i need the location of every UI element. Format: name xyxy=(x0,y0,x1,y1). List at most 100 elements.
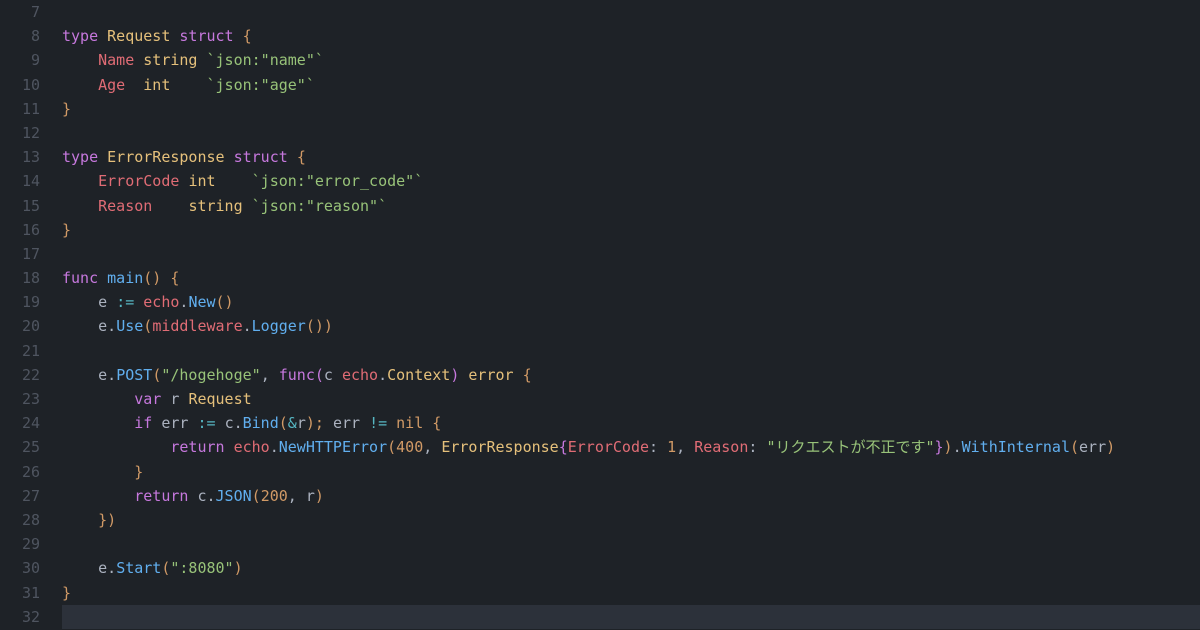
token-kw: func xyxy=(62,269,107,287)
code-line[interactable]: e.Start(":8080") xyxy=(62,556,1200,580)
line-number: 17 xyxy=(0,242,40,266)
code-line[interactable]: type Request struct { xyxy=(62,24,1200,48)
token-fn: NewHTTPError xyxy=(279,438,387,456)
token-ident: r xyxy=(306,487,315,505)
token-punc: , xyxy=(676,438,694,456)
code-line[interactable]: } xyxy=(62,460,1200,484)
token-type: string xyxy=(188,197,251,215)
token-ident: r xyxy=(170,390,188,408)
code-line[interactable]: return c.JSON(200, r) xyxy=(62,484,1200,508)
token-brace: ) xyxy=(1106,438,1115,456)
code-line[interactable] xyxy=(62,605,1200,629)
code-line[interactable]: } xyxy=(62,97,1200,121)
token-ident xyxy=(62,197,98,215)
token-brace: () { xyxy=(143,269,179,287)
token-punc: . xyxy=(270,438,279,456)
token-field: Reason xyxy=(694,438,748,456)
token-field: ErrorCode xyxy=(98,172,188,190)
code-line[interactable] xyxy=(62,242,1200,266)
token-ident xyxy=(62,366,98,384)
code-area[interactable]: type Request struct { Name string `json:… xyxy=(62,0,1200,629)
line-number: 29 xyxy=(0,532,40,556)
token-punc: . xyxy=(107,366,116,384)
code-line[interactable]: }) xyxy=(62,508,1200,532)
code-line[interactable] xyxy=(62,121,1200,145)
token-ident: c xyxy=(225,414,234,432)
token-tag: `json:"name"` xyxy=(207,51,324,69)
token-num: 200 xyxy=(261,487,288,505)
token-tag: `json:"reason"` xyxy=(252,197,387,215)
token-field: echo xyxy=(234,438,270,456)
token-punc: . xyxy=(243,317,252,335)
token-tag: `json:"error_code"` xyxy=(252,172,424,190)
token-brace: ( xyxy=(387,438,396,456)
token-op: := xyxy=(116,293,143,311)
token-brace: } xyxy=(62,221,71,239)
code-line[interactable]: e.Use(middleware.Logger()) xyxy=(62,314,1200,338)
token-ident xyxy=(62,390,134,408)
line-number: 23 xyxy=(0,387,40,411)
line-number: 25 xyxy=(0,435,40,459)
code-line[interactable]: var r Request xyxy=(62,387,1200,411)
line-number: 13 xyxy=(0,145,40,169)
code-line[interactable]: } xyxy=(62,581,1200,605)
code-line[interactable]: ErrorCode int `json:"error_code"` xyxy=(62,169,1200,193)
token-punc: : xyxy=(649,438,667,456)
token-str: "リクエストが不正です" xyxy=(766,438,934,456)
token-brace: ( xyxy=(252,487,261,505)
token-ident: c xyxy=(197,487,206,505)
code-line[interactable] xyxy=(62,339,1200,363)
code-line[interactable]: e.POST("/hogehoge", func(c echo.Context)… xyxy=(62,363,1200,387)
code-line[interactable]: if err := c.Bind(&r); err != nil { xyxy=(62,411,1200,435)
token-op: != xyxy=(369,414,396,432)
code-line[interactable]: func main() { xyxy=(62,266,1200,290)
code-line[interactable]: } xyxy=(62,218,1200,242)
code-line[interactable]: Age int `json:"age"` xyxy=(62,73,1200,97)
token-brace: ); xyxy=(306,414,333,432)
token-brace: ()) xyxy=(306,317,333,335)
line-number: 31 xyxy=(0,581,40,605)
code-line[interactable]: return echo.NewHTTPError(400, ErrorRespo… xyxy=(62,435,1200,459)
code-line[interactable]: Reason string `json:"reason"` xyxy=(62,194,1200,218)
token-punc: . xyxy=(378,366,387,384)
token-punc: . xyxy=(207,487,216,505)
line-number: 11 xyxy=(0,97,40,121)
token-op: := xyxy=(197,414,224,432)
token-type: int xyxy=(143,76,206,94)
token-str: ":8080" xyxy=(170,559,233,577)
token-punc: . xyxy=(107,317,116,335)
token-fn: Use xyxy=(116,317,143,335)
token-fn: Logger xyxy=(252,317,306,335)
line-number: 32 xyxy=(0,605,40,629)
token-punc: , xyxy=(261,366,279,384)
line-number: 9 xyxy=(0,48,40,72)
token-brace: { xyxy=(523,366,532,384)
code-editor[interactable]: 7891011121314151617181920212223242526272… xyxy=(0,0,1200,629)
code-line[interactable] xyxy=(62,532,1200,556)
token-brace: } xyxy=(134,463,143,481)
token-brace: ( xyxy=(152,366,161,384)
code-line[interactable]: type ErrorResponse struct { xyxy=(62,145,1200,169)
token-brace: } xyxy=(62,100,71,118)
code-line[interactable] xyxy=(62,0,1200,24)
token-fn: POST xyxy=(116,366,152,384)
token-kw: struct xyxy=(179,27,242,45)
line-number: 21 xyxy=(0,339,40,363)
token-ident: err xyxy=(333,414,369,432)
token-brace: ( xyxy=(1070,438,1079,456)
token-ident: e xyxy=(98,317,107,335)
token-type: Context xyxy=(387,366,450,384)
token-paren: ( xyxy=(315,366,324,384)
code-line[interactable]: e := echo.New() xyxy=(62,290,1200,314)
token-fn: JSON xyxy=(216,487,252,505)
token-field: echo xyxy=(143,293,179,311)
token-type: error xyxy=(468,366,522,384)
token-str: "/hogehoge" xyxy=(161,366,260,384)
code-line[interactable]: Name string `json:"name"` xyxy=(62,48,1200,72)
token-kw: func xyxy=(279,366,315,384)
token-kw: return xyxy=(134,487,197,505)
token-ident xyxy=(62,76,98,94)
token-ident xyxy=(62,487,134,505)
token-ident xyxy=(62,293,98,311)
token-field: middleware xyxy=(152,317,242,335)
